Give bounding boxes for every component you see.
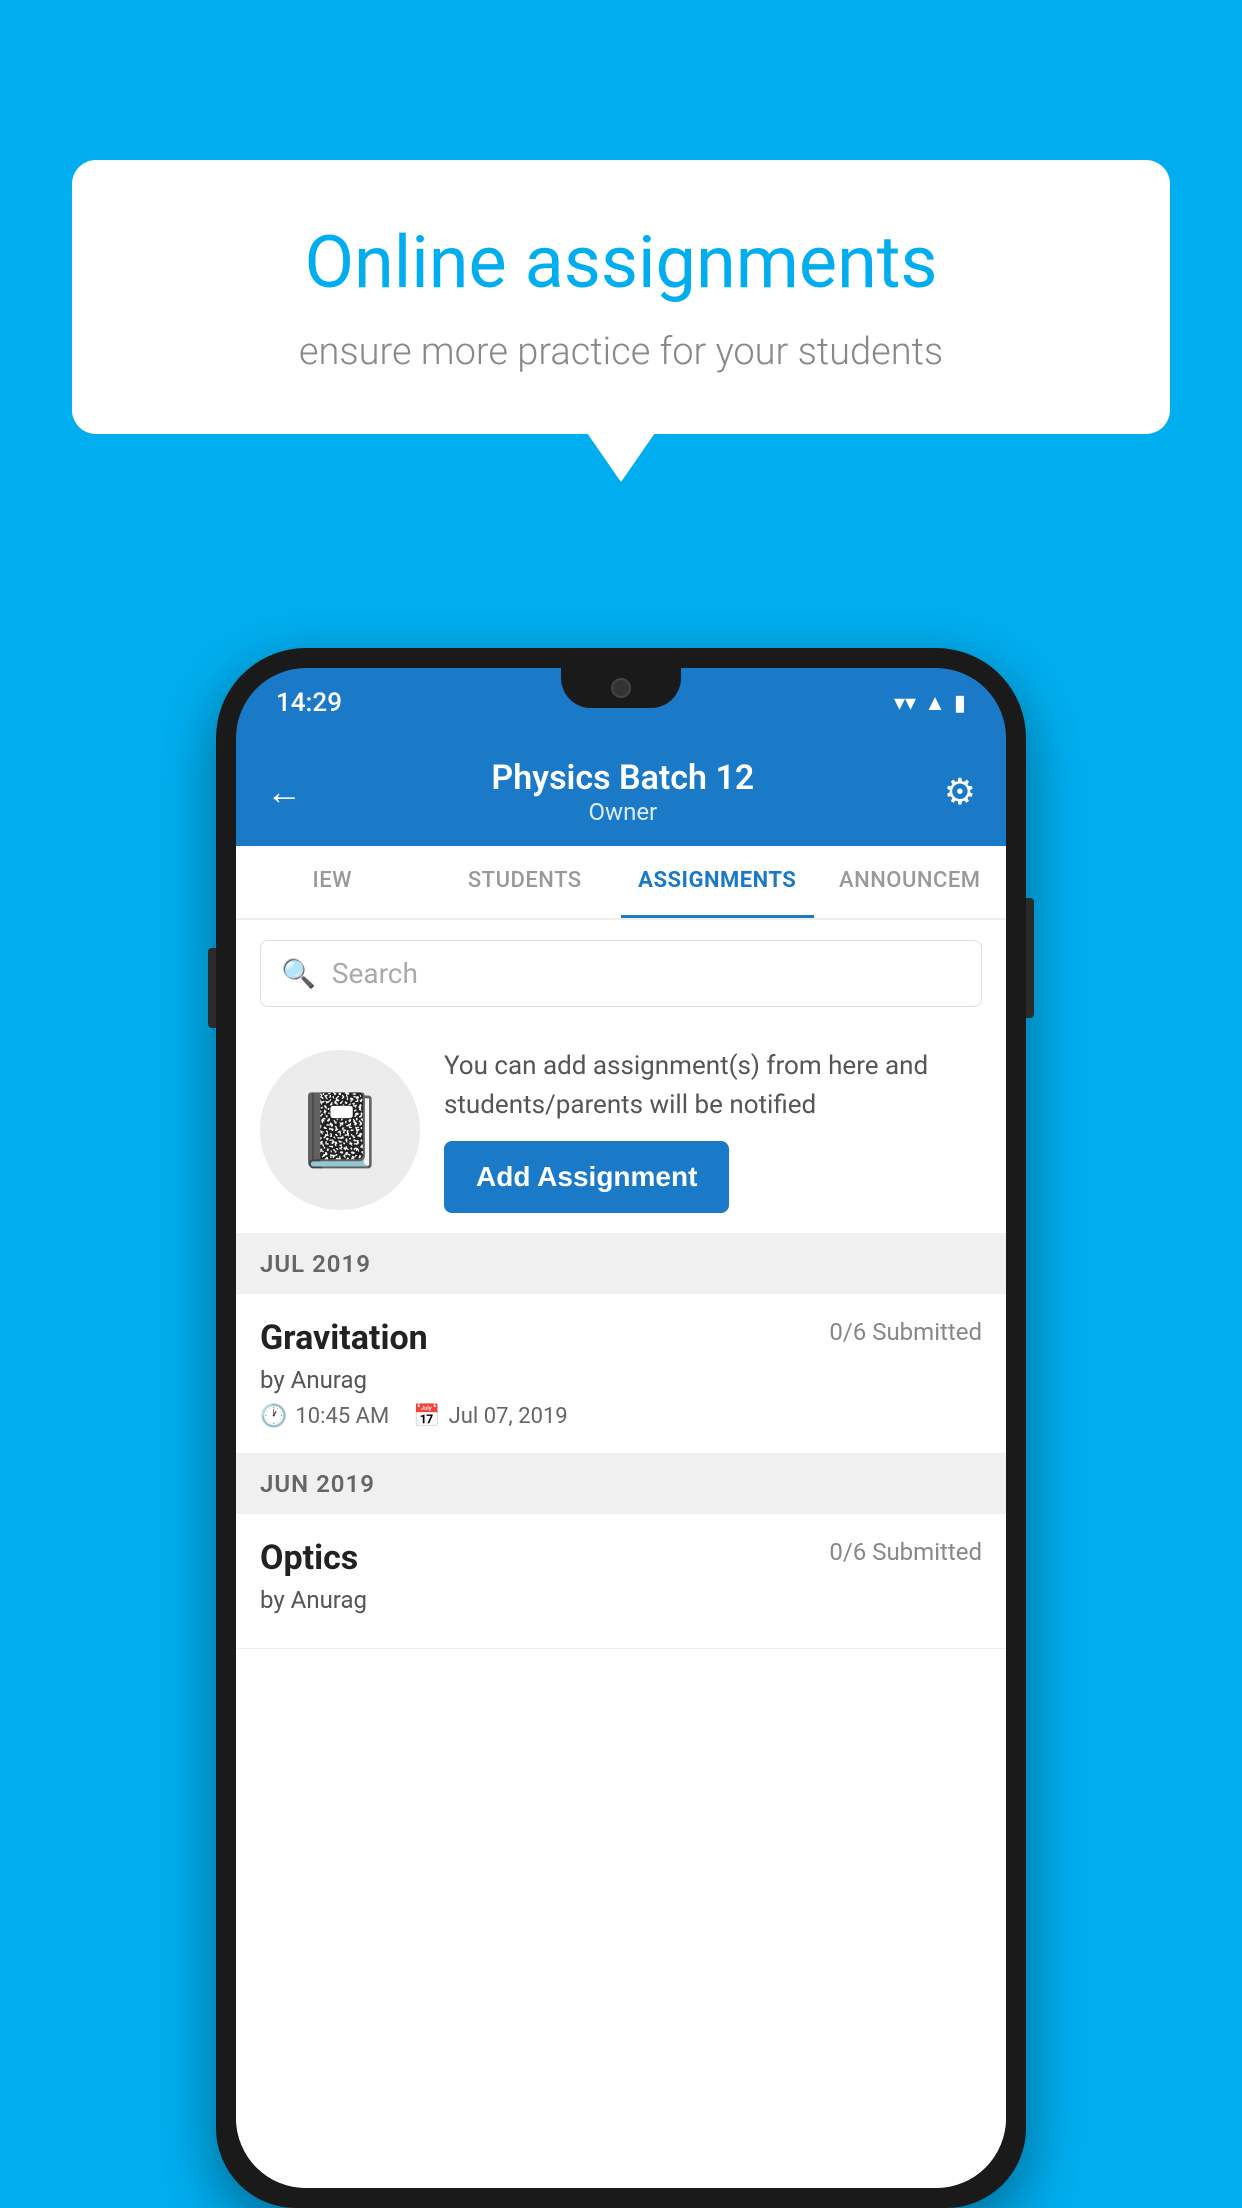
tab-assignments[interactable]: ASSIGNMENTS <box>621 846 814 918</box>
speech-bubble-title: Online assignments <box>132 220 1110 306</box>
assignment-item-optics[interactable]: Optics 0/6 Submitted by Anurag <box>236 1514 1006 1649</box>
speech-bubble-subtitle: ensure more practice for your students <box>132 330 1110 374</box>
assignment-top-row: Gravitation 0/6 Submitted <box>260 1318 982 1358</box>
tab-students[interactable]: STUDENTS <box>429 846 622 918</box>
header-title: Physics Batch 12 <box>491 758 754 798</box>
assignment-submitted-gravitation: 0/6 Submitted <box>829 1318 982 1346</box>
add-assignment-promo: 📓 You can add assignment(s) from here an… <box>236 1027 1006 1234</box>
search-bar[interactable]: 🔍 Search <box>260 940 982 1007</box>
back-button[interactable]: ← <box>266 771 302 813</box>
assignment-by-gravitation: by Anurag <box>260 1366 982 1394</box>
promo-icon-circle: 📓 <box>260 1050 420 1210</box>
wifi-icon: ▾▾ <box>894 691 916 716</box>
assignment-submitted-optics: 0/6 Submitted <box>829 1538 982 1566</box>
assignment-title-optics: Optics <box>260 1538 358 1578</box>
promo-content: You can add assignment(s) from here and … <box>444 1047 982 1213</box>
tab-iew[interactable]: IEW <box>236 846 429 918</box>
content-area: 🔍 Search 📓 You can add assignment(s) fro… <box>236 920 1006 2188</box>
phone-notch <box>561 668 681 708</box>
promo-text: You can add assignment(s) from here and … <box>444 1047 982 1125</box>
assignment-top-row-optics: Optics 0/6 Submitted <box>260 1538 982 1578</box>
phone-frame: 14:29 ▾▾ ▲ ▮ ← Physics Batch 12 Owner ⚙ … <box>216 648 1026 2208</box>
add-assignment-button[interactable]: Add Assignment <box>444 1141 729 1213</box>
assignment-time-text: 10:45 AM <box>295 1404 389 1429</box>
search-container: 🔍 Search <box>236 920 1006 1027</box>
battery-icon: ▮ <box>954 691 966 716</box>
search-icon: 🔍 <box>281 957 316 990</box>
phone-camera <box>611 678 631 698</box>
phone-side-button-left <box>208 948 216 1028</box>
assignment-date-gravitation: 📅 Jul 07, 2019 <box>413 1404 567 1429</box>
status-icons: ▾▾ ▲ ▮ <box>894 690 966 716</box>
speech-bubble: Online assignments ensure more practice … <box>72 160 1170 434</box>
phone-screen: ← Physics Batch 12 Owner ⚙ IEW STUDENTS … <box>236 738 1006 2188</box>
speech-bubble-container: Online assignments ensure more practice … <box>72 160 1170 434</box>
assignment-by-optics: by Anurag <box>260 1586 982 1614</box>
notebook-icon: 📓 <box>295 1088 385 1173</box>
app-header: ← Physics Batch 12 Owner ⚙ <box>236 738 1006 846</box>
assignment-time-gravitation: 🕐 10:45 AM <box>260 1404 389 1429</box>
assignment-title-gravitation: Gravitation <box>260 1318 428 1358</box>
tab-announcements[interactable]: ANNOUNCEM <box>814 846 1007 918</box>
phone-side-button-right <box>1026 898 1034 1018</box>
assignment-date-text: Jul 07, 2019 <box>449 1404 568 1429</box>
signal-icon: ▲ <box>924 690 946 716</box>
tabs-container: IEW STUDENTS ASSIGNMENTS ANNOUNCEM <box>236 846 1006 920</box>
header-title-area: Physics Batch 12 Owner <box>491 758 754 826</box>
search-input-placeholder[interactable]: Search <box>332 957 418 990</box>
section-header-jul: JUL 2019 <box>236 1234 1006 1294</box>
header-subtitle: Owner <box>491 798 754 826</box>
assignment-meta-gravitation: 🕐 10:45 AM 📅 Jul 07, 2019 <box>260 1404 982 1429</box>
settings-button[interactable]: ⚙ <box>944 771 976 813</box>
section-header-jun: JUN 2019 <box>236 1454 1006 1514</box>
assignment-item-gravitation[interactable]: Gravitation 0/6 Submitted by Anurag 🕐 10… <box>236 1294 1006 1454</box>
status-time: 14:29 <box>276 688 342 718</box>
clock-icon: 🕐 <box>260 1404 287 1429</box>
calendar-icon: 📅 <box>413 1404 440 1429</box>
status-bar: 14:29 ▾▾ ▲ ▮ <box>236 668 1006 738</box>
